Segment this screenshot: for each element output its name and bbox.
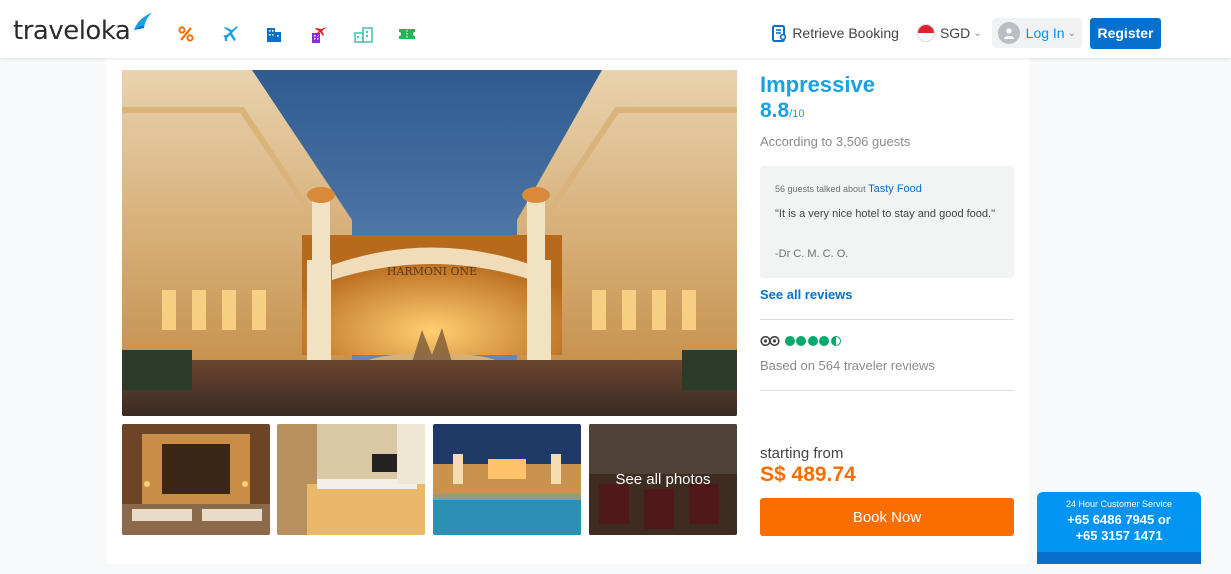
hotel-main-photo[interactable]: HARMONI ONE: [122, 70, 737, 416]
hotel-icon[interactable]: [266, 24, 310, 44]
register-button[interactable]: Register: [1090, 17, 1161, 49]
divider: [760, 390, 1014, 391]
rating-count: According to 3,506 guests: [760, 134, 911, 149]
thumbnail-spa-photo[interactable]: [122, 424, 270, 535]
percent-icon[interactable]: [178, 24, 222, 44]
rating-score-value: 8.8: [760, 99, 790, 122]
singapore-flag-icon: [916, 24, 935, 42]
review-topic: 56 guests talked about Tasty Food: [775, 183, 922, 195]
header-actions: Retrieve Booking SGD ⌄ Log In ⌄ Register: [772, 17, 1161, 49]
rating-description: Impressive: [760, 72, 875, 97]
see-all-photos-button[interactable]: See all photos: [589, 424, 737, 535]
customer-service-title: 24 Hour Customer Service: [1065, 499, 1173, 509]
thumbnail-pool-photo[interactable]: [433, 424, 581, 535]
customer-service-widget[interactable]: 24 Hour Customer Service +65 6486 7945 o…: [1037, 492, 1201, 564]
chevron-down-icon: ⌄: [1067, 27, 1076, 39]
booking-receipt-icon: [772, 24, 787, 42]
review-author: -Dr C. M. C. O.: [775, 248, 849, 260]
top-navigation-bar: traveloka Retrieve Booking SGD ⌄ Log In …: [0, 0, 1231, 58]
divider: [760, 319, 1014, 320]
chevron-down-icon: ⌄: [973, 27, 982, 39]
review-quote: "It is a very nice hotel to stay and goo…: [775, 208, 995, 220]
user-avatar-icon: [997, 22, 1020, 44]
starting-from-label: starting from: [760, 445, 844, 462]
review-topic-link[interactable]: Tasty Food: [868, 183, 922, 195]
tripadvisor-review-count: Based on 564 traveler reviews: [760, 358, 935, 373]
thumbnail-room-photo[interactable]: [277, 424, 425, 535]
customer-service-strip: [1037, 552, 1201, 564]
see-all-reviews-link[interactable]: See all reviews: [760, 287, 853, 302]
tripadvisor-owl-icon: [760, 335, 780, 347]
hotel-sign-text: HARMONI ONE: [387, 265, 477, 278]
tripadvisor-bubble: [807, 336, 818, 346]
retrieve-booking-link[interactable]: Retrieve Booking: [772, 24, 899, 42]
currency-selector[interactable]: SGD ⌄: [916, 24, 982, 42]
rating-score-max: /10: [789, 108, 805, 120]
tripadvisor-bubbles: [783, 336, 841, 346]
product-menu: [178, 24, 442, 44]
price: S$ 489.74: [760, 463, 856, 486]
login-button[interactable]: Log In ⌄: [991, 18, 1082, 48]
rating-score: 8.8/10: [760, 99, 805, 123]
login-label: Log In: [1025, 25, 1065, 41]
thumbnail-restaurant-photo[interactable]: See all photos: [589, 424, 737, 535]
book-now-button[interactable]: Book Now: [760, 498, 1014, 536]
traveloka-logo[interactable]: traveloka: [13, 12, 154, 46]
currency-label: SGD: [939, 25, 971, 41]
tripadvisor-bubble: [830, 336, 841, 346]
retrieve-booking-label: Retrieve Booking: [792, 25, 899, 41]
tripadvisor-rating: [760, 335, 841, 347]
bird-logo-icon: [134, 12, 153, 30]
review-topic-prefix: 56 guests talked about: [775, 184, 866, 194]
tripadvisor-bubble: [819, 336, 829, 346]
villa-icon[interactable]: [354, 24, 398, 44]
ticket-icon[interactable]: [398, 24, 442, 44]
airplane-icon[interactable]: [222, 24, 266, 44]
tripadvisor-bubble: [796, 336, 806, 346]
flight-hotel-icon[interactable]: [310, 24, 354, 44]
logo-text: traveloka: [13, 16, 131, 46]
review-highlight: 56 guests talked about Tasty Food "It is…: [760, 166, 1014, 278]
tripadvisor-bubble: [784, 336, 795, 346]
customer-service-phone-1: +65 6486 7945 or: [1067, 512, 1171, 527]
customer-service-phone-2: +65 3157 1471: [1075, 528, 1163, 543]
